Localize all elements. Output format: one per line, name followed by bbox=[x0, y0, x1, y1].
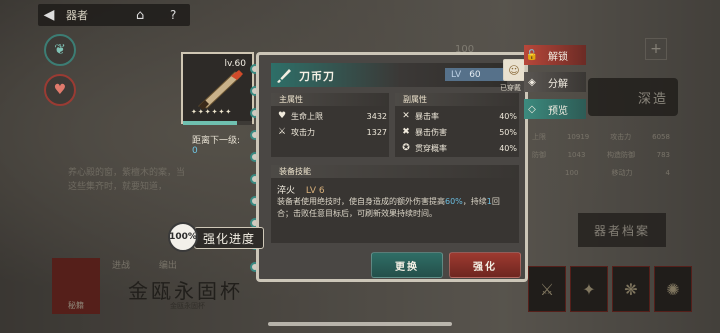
stat-row: ⚔ 攻击力 1327 bbox=[277, 127, 387, 137]
sword-type-icon bbox=[277, 69, 291, 83]
equipped-character-avatar: ☺ bbox=[503, 59, 525, 81]
preview-button[interactable]: ◇ 预览 bbox=[524, 99, 586, 119]
level-label: LV bbox=[451, 69, 462, 80]
blade-icon bbox=[197, 70, 243, 110]
heart-icon: ♥ bbox=[44, 74, 76, 106]
skill-section-title: 装备技能 bbox=[271, 165, 519, 178]
heart-icon: ♥ bbox=[277, 111, 287, 121]
stat-row: ♥ 生命上限 3432 bbox=[277, 111, 387, 121]
decompose-label: 分解 bbox=[548, 78, 568, 90]
equipment-level: LV 60 bbox=[445, 68, 507, 81]
stat-row: ✖ 暴击伤害 50% bbox=[402, 127, 517, 137]
sword-icon: ⚔ bbox=[277, 127, 287, 137]
next-level-label: 距离下一级: bbox=[192, 136, 241, 146]
level-value: 60 bbox=[469, 69, 481, 80]
star-rating: ✦✦✦✦✦✦ bbox=[191, 108, 233, 116]
enhance-button[interactable]: 强化 bbox=[449, 252, 521, 278]
sub-stats-title: 副属性 bbox=[395, 93, 519, 106]
skill-level: LV 6 bbox=[305, 186, 325, 196]
equipment-card: lv.60 ✦✦✦✦✦✦ bbox=[181, 52, 254, 124]
progress-value: 100 bbox=[169, 232, 188, 242]
replace-button[interactable]: 更换 bbox=[371, 252, 443, 278]
exp-bar-fill bbox=[183, 121, 237, 125]
sub-stats-box: 副属性 ✕ 暴击率 40% ✖ 暴击伤害 50% ✪ 贯穿概率 40% bbox=[395, 93, 519, 157]
progress-unit: % bbox=[187, 232, 197, 242]
decompose-icon: ◈ bbox=[528, 76, 536, 88]
exp-bar bbox=[183, 121, 252, 125]
skill-title: 淬火 LV 6 bbox=[277, 183, 325, 196]
home-indicator[interactable] bbox=[268, 322, 452, 326]
stat-row: ✪ 贯穿概率 40% bbox=[402, 143, 517, 153]
equipped-status: 已穿戴 bbox=[500, 84, 521, 92]
progress-label: 强化进度 bbox=[194, 227, 265, 249]
main-stats-title: 主属性 bbox=[271, 93, 389, 106]
preview-label: 预览 bbox=[548, 105, 568, 117]
preview-icon: ◇ bbox=[528, 103, 536, 115]
pierce-icon: ✪ bbox=[402, 143, 410, 153]
leaf-icon: ❦ bbox=[44, 34, 76, 66]
stat-row: ✕ 暴击率 40% bbox=[402, 111, 517, 121]
home-icon[interactable]: ⌂ bbox=[136, 8, 144, 23]
crit-icon: ✕ bbox=[402, 111, 410, 121]
skill-description: 装备者使用绝技时，使自身造成的额外伤害提高60%，持续1回合；击败任意目标后，可… bbox=[277, 197, 500, 218]
main-stats-box: 主属性 ♥ 生命上限 3432 ⚔ 攻击力 1327 bbox=[271, 93, 389, 157]
equipment-detail-panel: 刀币刀 LV 60 ☺ 已穿戴 主属性 ♥ 生命上限 3432 ⚔ 攻击力 13… bbox=[256, 52, 528, 282]
unlock-button[interactable]: 🔓 解锁 bbox=[524, 45, 586, 65]
help-icon[interactable]: ? bbox=[170, 8, 176, 22]
lock-icon: 🔓 bbox=[525, 49, 539, 61]
crit-dmg-icon: ✖ bbox=[402, 127, 410, 137]
unlock-label: 解锁 bbox=[548, 51, 568, 63]
back-icon[interactable]: ◀ bbox=[38, 4, 60, 26]
skill-name: 淬火 bbox=[277, 186, 296, 196]
equipment-header: 刀币刀 LV 60 bbox=[271, 63, 507, 87]
progress-circle: 100% bbox=[168, 222, 198, 252]
top-title: 器者 bbox=[66, 9, 88, 22]
top-bar: ◀ 器者 bbox=[38, 4, 190, 26]
enhance-progress-badge[interactable]: 强化进度 100% bbox=[166, 222, 265, 252]
skill-box: 装备技能 淬火 LV 6 装备者使用绝技时，使自身造成的额外伤害提高60%，持续… bbox=[271, 165, 519, 243]
equipment-name: 刀币刀 bbox=[299, 70, 335, 83]
decompose-button[interactable]: ◈ 分解 bbox=[524, 72, 586, 92]
next-level-value: 0 bbox=[192, 146, 198, 156]
